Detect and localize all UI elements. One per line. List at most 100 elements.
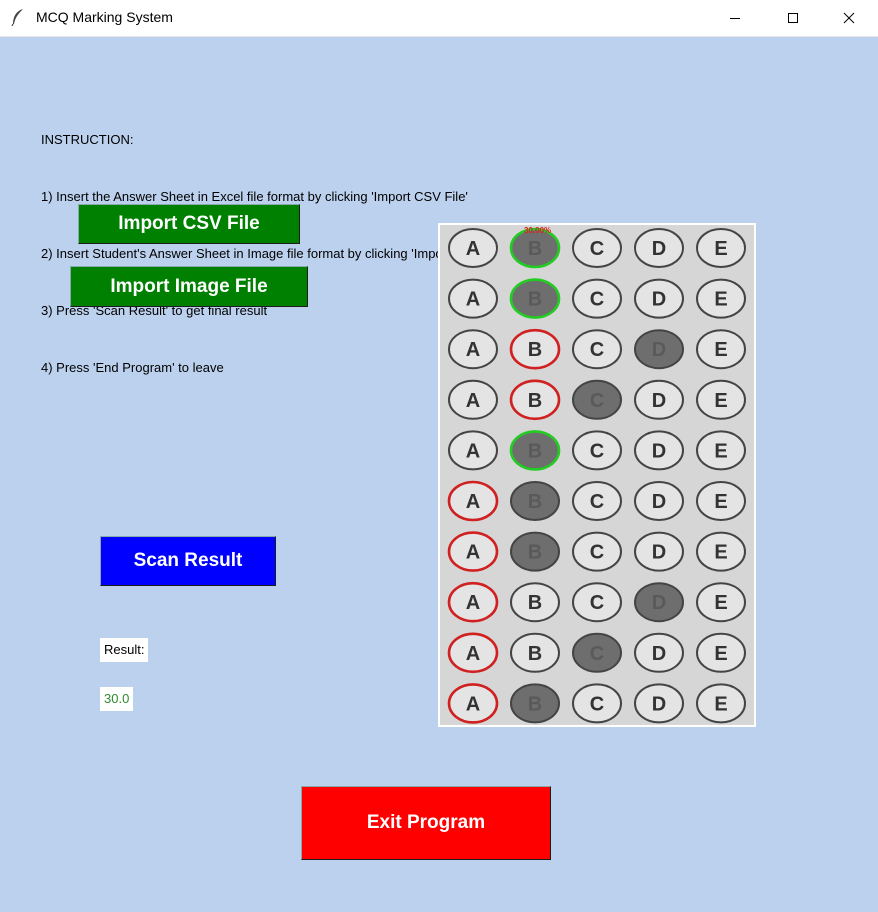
bubble-2-d: D xyxy=(634,278,684,319)
minimize-icon xyxy=(729,12,741,24)
bubble-8-a: A xyxy=(447,581,499,623)
answer-sheet-preview: A B C D E A B C D E A B C D E A B C D E A B C D E A B C D E A B C D E A B C D E… xyxy=(438,223,756,727)
bubble-8-c: C xyxy=(572,582,622,623)
bubble-5-c: C xyxy=(572,430,622,471)
bubble-2-c: C xyxy=(572,278,622,319)
bubble-6-d: D xyxy=(634,481,684,521)
bubble-letter: B xyxy=(528,491,542,513)
bubble-7-e: E xyxy=(696,531,746,572)
bubble-5-a: A xyxy=(448,430,498,471)
bubble-letter: E xyxy=(714,592,727,614)
bubble-3-b: B xyxy=(509,328,561,370)
import-csv-button[interactable]: Import CSV File xyxy=(78,204,300,244)
bubble-6-e: E xyxy=(696,481,746,521)
bubble-5-e: E xyxy=(696,430,746,471)
bubble-letter: C xyxy=(590,643,604,665)
bubble-letter: D xyxy=(652,238,666,260)
bubble-letter: A xyxy=(466,542,480,564)
bubble-4-b: B xyxy=(509,379,561,421)
bubble-4-d: D xyxy=(634,379,684,420)
bubble-letter: A xyxy=(466,390,480,412)
title-bar: MCQ Marking System xyxy=(0,0,878,37)
bubble-letter: B xyxy=(528,440,542,462)
bubble-9-d: D xyxy=(634,632,684,673)
bubble-letter: D xyxy=(652,390,666,412)
bubble-10-d: D xyxy=(634,683,684,724)
bubble-letter: A xyxy=(466,643,480,665)
close-icon xyxy=(843,12,855,24)
bubble-letter: D xyxy=(652,289,666,311)
bubble-letter: A xyxy=(466,289,480,311)
bubble-4-e: E xyxy=(696,379,746,420)
bubble-3-c: C xyxy=(572,329,622,370)
bubble-letter: C xyxy=(590,390,604,412)
bubble-2-a: A xyxy=(448,278,498,319)
bubble-letter: E xyxy=(714,390,727,412)
bubble-letter: D xyxy=(652,592,666,614)
import-image-button[interactable]: Import Image File xyxy=(70,266,308,307)
bubble-letter: A xyxy=(466,238,480,260)
bubble-letter: D xyxy=(652,440,666,462)
bubble-letter: A xyxy=(466,491,480,513)
bubble-letter: C xyxy=(590,542,604,564)
bubble-7-b: B xyxy=(510,531,560,572)
bubble-letter: C xyxy=(590,491,604,513)
bubble-letter: B xyxy=(528,693,542,715)
bubble-8-b: B xyxy=(510,582,560,623)
bubble-3-a: A xyxy=(448,329,498,370)
bubble-6-c: C xyxy=(572,481,622,521)
bubble-8-d: D xyxy=(634,582,684,623)
maximize-button[interactable] xyxy=(764,0,822,36)
bubble-7-c: C xyxy=(572,531,622,572)
bubble-letter: E xyxy=(714,440,727,462)
bubble-10-c: C xyxy=(572,683,622,724)
bubble-letter: B xyxy=(528,592,542,614)
bubble-letter: B xyxy=(528,339,542,361)
bubble-letter: D xyxy=(652,491,666,513)
window-title: MCQ Marking System xyxy=(36,9,173,25)
bubble-5-b: B xyxy=(509,430,561,471)
close-button[interactable] xyxy=(820,0,878,36)
bubble-letter: A xyxy=(466,592,480,614)
bubble-letter: C xyxy=(590,339,604,361)
bubble-1-d: D xyxy=(634,228,684,268)
instructions-heading: INSTRUCTION: xyxy=(41,132,134,147)
bubble-letter: B xyxy=(528,390,542,412)
bubble-letter: A xyxy=(466,693,480,715)
bubble-letter: E xyxy=(714,238,727,260)
bubble-letter: D xyxy=(652,693,666,715)
bubble-letter: E xyxy=(714,643,727,665)
bubble-letter: D xyxy=(652,542,666,564)
scan-result-button[interactable]: Scan Result xyxy=(100,536,276,586)
bubble-7-a: A xyxy=(447,531,499,572)
bubble-9-a: A xyxy=(447,632,499,674)
bubble-2-b: B xyxy=(509,278,561,319)
bubble-letter: B xyxy=(528,643,542,665)
bubble-10-a: A xyxy=(447,683,499,724)
bubble-3-e: E xyxy=(696,329,746,370)
bubble-letter: D xyxy=(652,339,666,361)
feather-icon xyxy=(10,8,26,27)
score-overlay: 30.00% xyxy=(524,226,551,235)
answer-sheet-image: A B C D E A B C D E A B C D E A B C D E A B C D E A B C D E A B C D E A B C D E… xyxy=(440,225,754,725)
main-panel: INSTRUCTION: 1) Insert the Answer Sheet … xyxy=(0,37,878,912)
bubble-1-c: C xyxy=(572,228,622,268)
result-value: 30.0 xyxy=(100,687,134,711)
bubble-4-a: A xyxy=(448,379,498,420)
bubble-2-e: E xyxy=(696,278,746,319)
bubble-10-e: E xyxy=(696,683,746,724)
maximize-icon xyxy=(787,12,799,24)
bubble-6-b: B xyxy=(510,481,560,521)
minimize-button[interactable] xyxy=(706,0,764,36)
bubble-8-e: E xyxy=(696,582,746,623)
bubble-1-e: E xyxy=(696,228,746,268)
bubble-letter: C xyxy=(590,289,604,311)
bubble-letter: E xyxy=(714,542,727,564)
bubble-letter: B xyxy=(528,289,542,311)
exit-program-button[interactable]: Exit Program xyxy=(301,786,551,860)
bubble-7-d: D xyxy=(634,531,684,572)
bubble-10-b: B xyxy=(510,683,560,724)
bubble-letter: C xyxy=(590,238,604,260)
bubble-9-e: E xyxy=(696,632,746,673)
bubble-9-b: B xyxy=(510,632,560,673)
